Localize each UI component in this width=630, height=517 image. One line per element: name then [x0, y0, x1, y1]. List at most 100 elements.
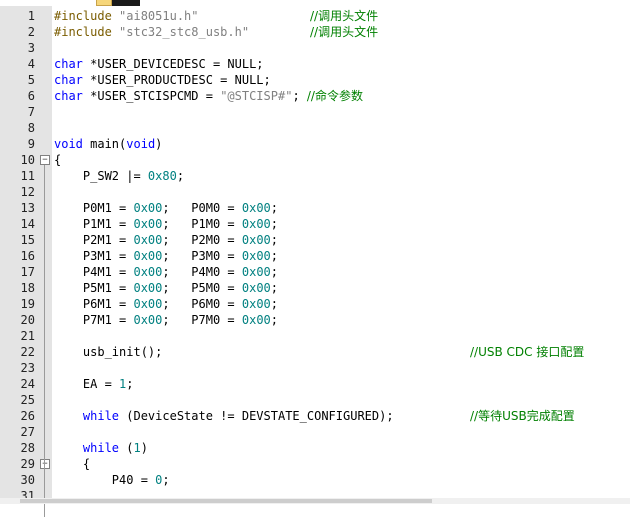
- code-line[interactable]: 1 #include "ai8051u.h" //调用头文件: [0, 8, 630, 24]
- code-text: P_SW2 |= 0x80;: [54, 168, 184, 184]
- code-line[interactable]: 20 P7M1 = 0x00; P7M0 = 0x00;: [0, 312, 630, 328]
- code-token: 0x00: [241, 313, 271, 327]
- line-number: 21: [20, 329, 35, 343]
- code-line[interactable]: 25: [0, 392, 630, 408]
- code-text: #include "ai8051u.h": [54, 8, 199, 24]
- code-line[interactable]: 7: [0, 104, 630, 120]
- line-number: 13: [20, 201, 35, 215]
- code-token: 0x00: [133, 265, 163, 279]
- code-line[interactable]: 4 char *USER_DEVICEDESC = NULL;: [0, 56, 630, 72]
- code-line[interactable]: 23: [0, 360, 630, 376]
- horizontal-scrollbar[interactable]: [0, 498, 630, 504]
- code-text: P7M1 = 0x00; P7M0 = 0x00;: [54, 312, 278, 328]
- code-token: void: [126, 137, 156, 151]
- code-text: P6M1 = 0x00; P6M0 = 0x00;: [54, 296, 278, 312]
- code-token: "@STCISP#": [220, 89, 293, 103]
- code-token: char: [54, 73, 83, 87]
- line-number: 25: [20, 393, 35, 407]
- code-token: usb_init();: [54, 345, 163, 359]
- code-text: EA = 1;: [54, 376, 134, 392]
- code-token: ;: [270, 297, 279, 311]
- line-number: 3: [27, 41, 35, 55]
- code-token: {: [54, 153, 62, 167]
- code-line[interactable]: 8: [0, 120, 630, 136]
- code-line[interactable]: 13 P0M1 = 0x00; P0M0 = 0x00;: [0, 200, 630, 216]
- code-line[interactable]: 11 P_SW2 |= 0x80;: [0, 168, 630, 184]
- code-line[interactable]: 24 EA = 1;: [0, 376, 630, 392]
- code-token: 0x00: [133, 233, 163, 247]
- code-token: P_SW2 |=: [54, 169, 148, 183]
- code-token: 0x00: [133, 249, 163, 263]
- code-line[interactable]: 27: [0, 424, 630, 440]
- scrollbar-thumb[interactable]: [20, 499, 432, 503]
- fold-collapse-icon[interactable]: −: [40, 459, 50, 469]
- code-token: ; P5M0 =: [162, 281, 242, 295]
- code-token: 0x00: [241, 281, 271, 295]
- code-text: #include "stc32_stc8_usb.h": [54, 24, 249, 40]
- code-token: ;: [270, 313, 279, 327]
- code-token: 0x00: [241, 201, 271, 215]
- code-token: P7M1 =: [54, 313, 134, 327]
- code-token: 0x00: [133, 297, 163, 311]
- code-token: P3M1 =: [54, 249, 134, 263]
- line-number: 17: [20, 265, 35, 279]
- code-line[interactable]: 26 while (DeviceState != DEVSTATE_CONFIG…: [0, 408, 630, 424]
- code-token: 0x00: [133, 281, 163, 295]
- code-token: P6M1 =: [54, 297, 134, 311]
- code-token: 0x00: [241, 217, 271, 231]
- line-number: 29: [20, 457, 35, 471]
- code-line[interactable]: 29− {: [0, 456, 630, 472]
- code-text: P0M1 = 0x00; P0M0 = 0x00;: [54, 200, 278, 216]
- code-token: ;: [270, 249, 279, 263]
- fold-collapse-icon[interactable]: −: [40, 155, 50, 165]
- code-text: while (DeviceState != DEVSTATE_CONFIGURE…: [54, 408, 394, 424]
- code-token: "ai8051u.h": [119, 9, 199, 23]
- code-line[interactable]: 19 P6M1 = 0x00; P6M0 = 0x00;: [0, 296, 630, 312]
- code-line[interactable]: 16 P3M1 = 0x00; P3M0 = 0x00;: [0, 248, 630, 264]
- line-number: 1: [27, 9, 35, 23]
- code-text: char *USER_PRODUCTDESC = NULL;: [54, 72, 271, 88]
- code-token: ;: [126, 377, 134, 391]
- code-text: P40 = 0;: [54, 472, 170, 488]
- code-token: ): [140, 441, 148, 455]
- code-line[interactable]: 10−{: [0, 152, 630, 168]
- code-token: ;: [270, 201, 279, 215]
- code-line[interactable]: 2 #include "stc32_stc8_usb.h" //调用头文件: [0, 24, 630, 40]
- code-line[interactable]: 30 P40 = 0;: [0, 472, 630, 488]
- code-token: 0x80: [147, 169, 177, 183]
- code-token: ;: [176, 169, 185, 183]
- code-comment: //等待USB完成配置: [470, 409, 575, 423]
- code-line[interactable]: 18 P5M1 = 0x00; P5M0 = 0x00;: [0, 280, 630, 296]
- code-token: P40 =: [54, 473, 156, 487]
- line-number: 7: [27, 105, 35, 119]
- code-line[interactable]: 14 P1M1 = 0x00; P1M0 = 0x00;: [0, 216, 630, 232]
- code-token: while: [82, 409, 120, 423]
- code-token: "stc32_stc8_usb.h": [119, 25, 250, 39]
- code-token: #include: [54, 25, 120, 39]
- code-line[interactable]: 28 while (1): [0, 440, 630, 456]
- code-line[interactable]: 6 char *USER_STCISPCMD = "@STCISP#"; //命令…: [0, 88, 630, 104]
- code-token: void: [54, 137, 83, 151]
- code-comment: //USB CDC 接口配置: [470, 345, 585, 359]
- code-text: P2M1 = 0x00; P2M0 = 0x00;: [54, 232, 278, 248]
- line-number: 15: [20, 233, 35, 247]
- code-comment: //调用头文件: [310, 9, 379, 23]
- code-line[interactable]: 3: [0, 40, 630, 56]
- code-token: char: [54, 57, 83, 71]
- line-number: 30: [20, 473, 35, 487]
- code-line[interactable]: 15 P2M1 = 0x00; P2M0 = 0x00;: [0, 232, 630, 248]
- code-token: ;: [162, 473, 170, 487]
- line-number: 23: [20, 361, 35, 375]
- code-token: 0x00: [241, 249, 271, 263]
- code-line[interactable]: 12: [0, 184, 630, 200]
- code-line[interactable]: 22 usb_init(); //USB CDC 接口配置: [0, 344, 630, 360]
- code-line[interactable]: 5 char *USER_PRODUCTDESC = NULL;: [0, 72, 630, 88]
- code-token: ;: [270, 281, 279, 295]
- code-line[interactable]: 21: [0, 328, 630, 344]
- code-token: (DeviceState != DEVSTATE_CONFIGURED);: [119, 409, 394, 423]
- code-line[interactable]: 17 P4M1 = 0x00; P4M0 = 0x00;: [0, 264, 630, 280]
- code-line[interactable]: 9 void main(void): [0, 136, 630, 152]
- line-number: 5: [27, 73, 35, 87]
- code-token: char: [54, 89, 83, 103]
- code-text: while (1): [54, 440, 148, 456]
